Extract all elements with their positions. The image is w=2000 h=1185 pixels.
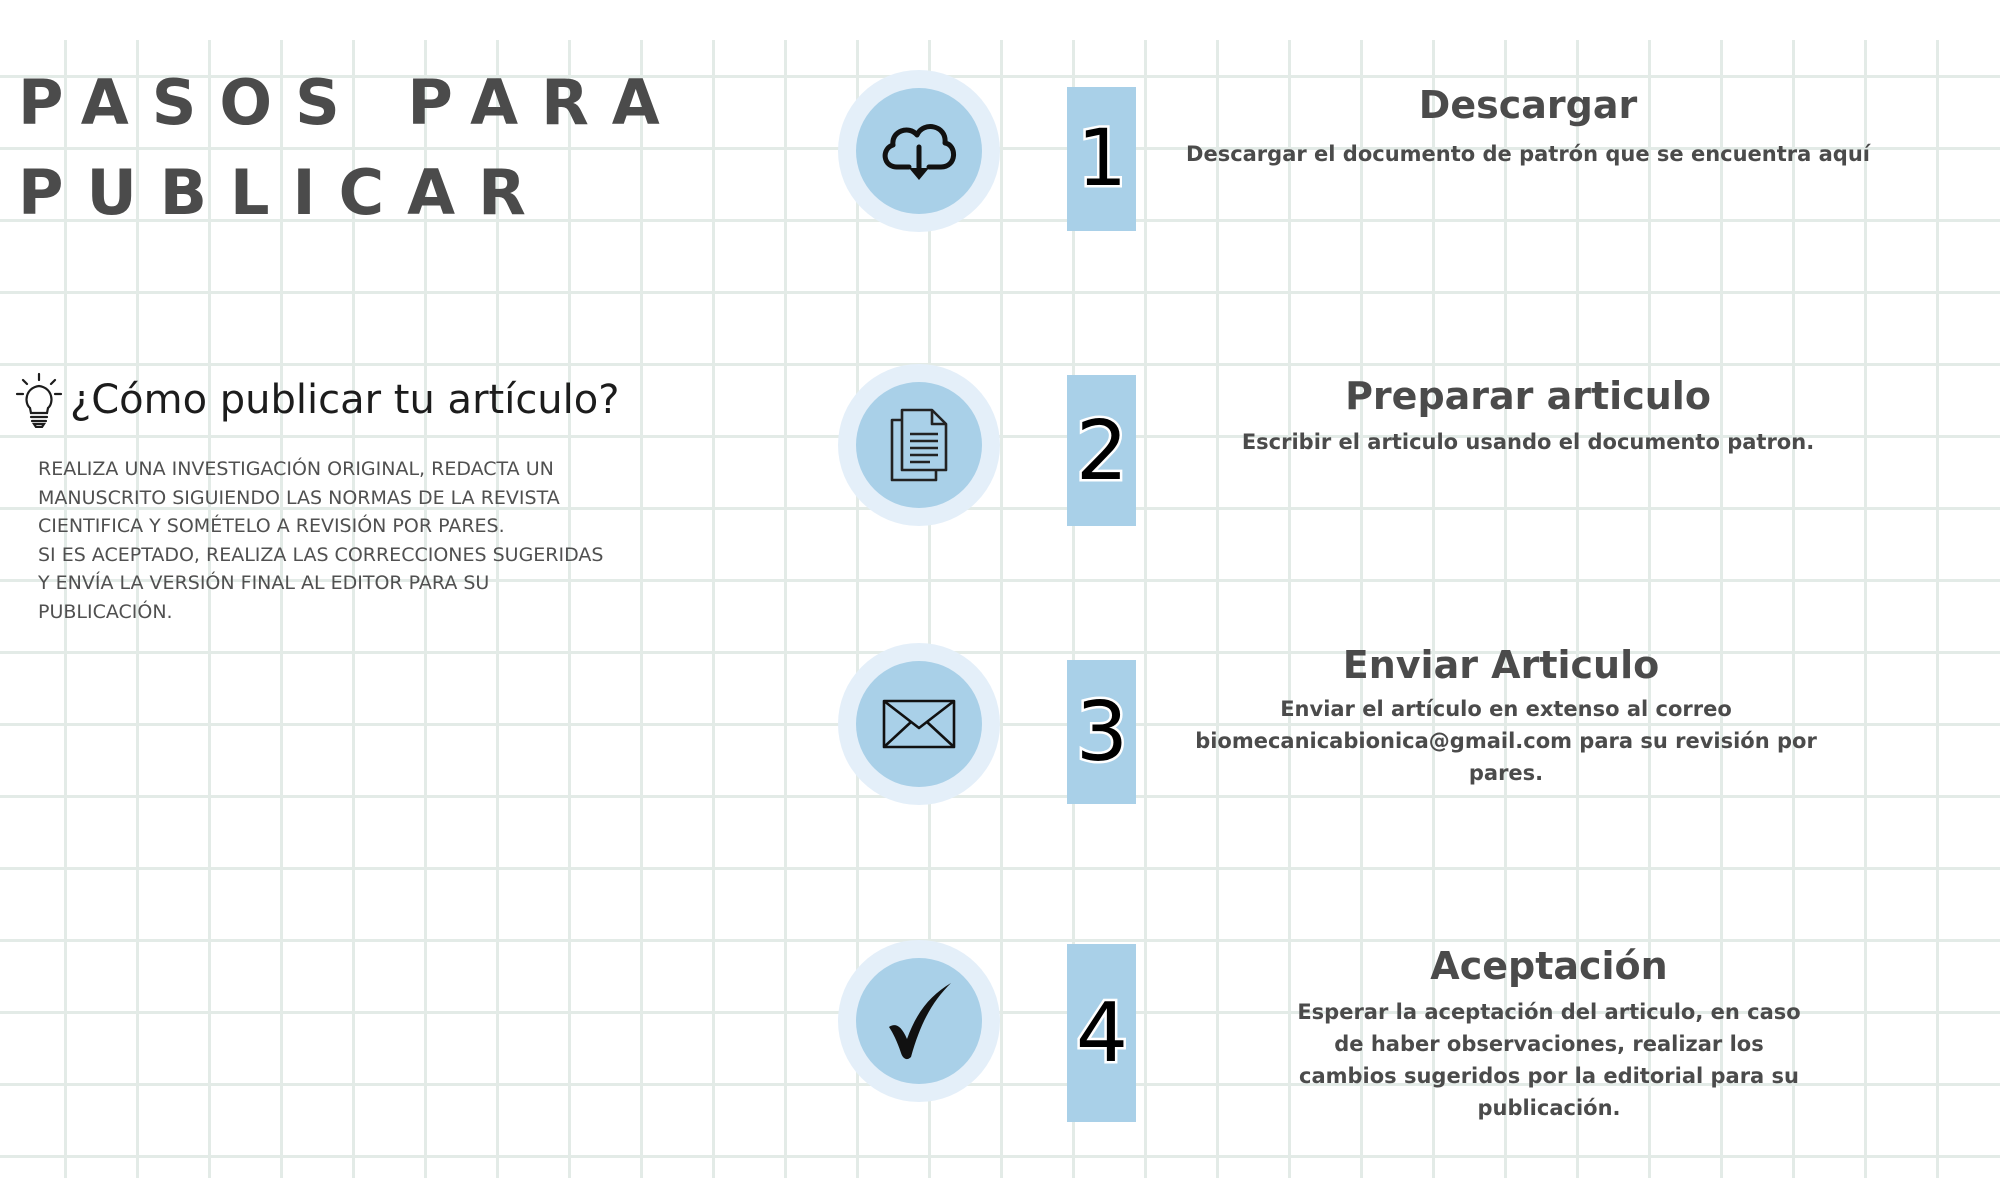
step-1-icon-circle bbox=[838, 70, 1000, 232]
step-1-description: Descargar el documento de patrón que se … bbox=[1128, 138, 1928, 170]
step-4-number-box: 4 bbox=[1067, 944, 1136, 1122]
step-2-title: Preparar articulo bbox=[1345, 374, 1711, 418]
cloud-download-icon bbox=[882, 124, 956, 180]
step-2-number-box: 2 bbox=[1067, 375, 1136, 526]
title-line: PUBLICAR bbox=[18, 156, 549, 229]
intro-line: MANUSCRITO SIGUIENDO LAS NORMAS DE LA RE… bbox=[38, 486, 560, 509]
subtitle: ¿Cómo publicar tu artículo? bbox=[70, 377, 620, 423]
step-1-description-line: Descargar el documento de patrón que se … bbox=[1186, 142, 1870, 166]
step-2-description: Escribir el articulo usando el documento… bbox=[1128, 426, 1928, 458]
step-4-icon-circle bbox=[838, 940, 1000, 1102]
step-3-description-line: Enviar el artículo en extenso al correo bbox=[1280, 697, 1732, 721]
lightbulb-icon bbox=[15, 372, 63, 428]
intro-line: CIENTIFICA Y SOMÉTELO A REVISIÓN POR PAR… bbox=[38, 515, 505, 537]
step-4-description-line: de haber observaciones, realizar los bbox=[1334, 1032, 1764, 1056]
step-4-description: Esperar la aceptación del articulo, en c… bbox=[1149, 996, 1949, 1124]
step-1-number: 1 bbox=[1082, 123, 1122, 195]
step-3-title: Enviar Articulo bbox=[1342, 643, 1660, 687]
step-2-description-line: Escribir el articulo usando el documento… bbox=[1241, 430, 1815, 454]
step-4-number: 4 bbox=[1074, 995, 1130, 1071]
intro-text: REALIZA UNA INVESTIGACIÓN ORIGINAL, REDA… bbox=[38, 455, 638, 626]
step-4-title: Aceptación bbox=[1430, 944, 1668, 988]
title-line: PASOS PARA bbox=[18, 66, 683, 139]
intro-line: REALIZA UNA INVESTIGACIÓN ORIGINAL, REDA… bbox=[38, 458, 554, 480]
step-1-title: Descargar bbox=[1418, 83, 1638, 127]
intro-line: PUBLICACIÓN. bbox=[38, 600, 173, 623]
subtitle-row: ¿Cómo publicar tu artículo? bbox=[14, 372, 619, 428]
step-4-description-line: cambios sugeridos por la editorial para … bbox=[1299, 1064, 1799, 1088]
intro-line: SI ES ACEPTADO, REALIZA LAS CORRECCIONES… bbox=[38, 543, 604, 566]
step-1-number-box: 1 bbox=[1067, 87, 1136, 231]
step-3-icon-circle bbox=[838, 643, 1000, 805]
step-3-description: Enviar el artículo en extenso al correo … bbox=[1106, 693, 1906, 789]
step-3-description-line: biomecanicabionica@gmail.com para su rev… bbox=[1195, 729, 1817, 753]
step-2-number: 2 bbox=[1074, 413, 1130, 489]
envelope-icon bbox=[882, 699, 956, 749]
step-2-icon-circle bbox=[838, 364, 1000, 526]
step-1-number-text: 1 bbox=[1082, 123, 1122, 195]
checkmark-icon bbox=[889, 983, 951, 1060]
step-3-description-line: pares. bbox=[1468, 761, 1544, 785]
intro-line: Y ENVÍA LA VERSIÓN FINAL AL EDITOR PARA … bbox=[38, 572, 490, 594]
page-title: PASOS PARA PUBLICAR bbox=[18, 58, 683, 238]
document-icon bbox=[890, 408, 948, 482]
step-4-description-line: publicación. bbox=[1477, 1096, 1621, 1120]
step-2-number-text: 2 bbox=[1075, 413, 1127, 489]
step-4-number-text: 4 bbox=[1075, 995, 1127, 1071]
step-4-description-line: Esperar la aceptación del articulo, en c… bbox=[1297, 1000, 1801, 1024]
